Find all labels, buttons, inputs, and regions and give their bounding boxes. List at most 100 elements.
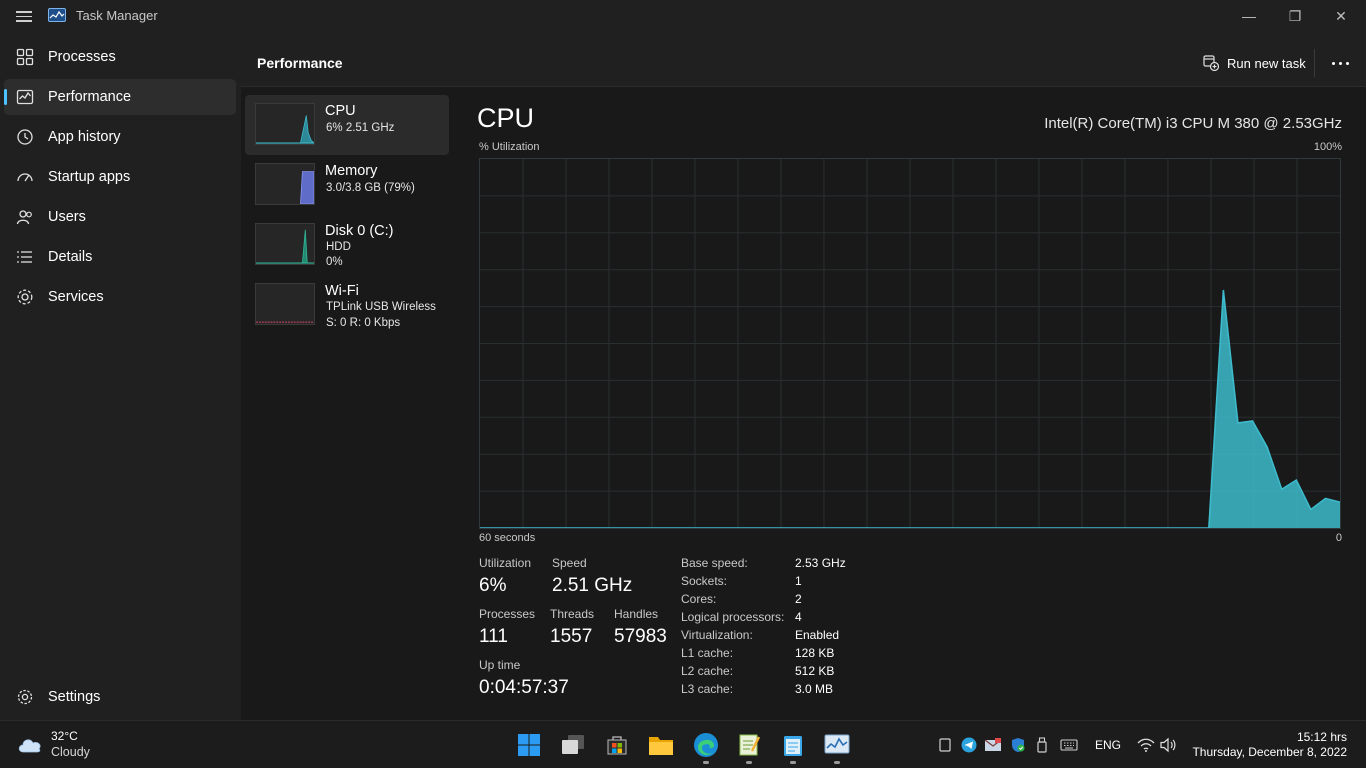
task-manager-icon[interactable] [821, 729, 853, 764]
store-icon[interactable] [601, 729, 633, 761]
file-explorer-icon[interactable] [645, 729, 677, 761]
device-name: Memory [325, 163, 378, 179]
cpu-utilization-graph [479, 158, 1341, 529]
graph-grid [480, 159, 1340, 528]
title-bar: Task Manager — ❐ ✕ [0, 0, 1366, 32]
restore-button[interactable]: ❐ [1272, 0, 1318, 32]
utilization-label: Utilization [479, 556, 532, 570]
device-name: Disk 0 (C:) [325, 223, 394, 239]
minimize-button[interactable]: — [1226, 0, 1272, 32]
wifi-thumbnail-graph [255, 283, 315, 325]
device-detail: 0% [326, 256, 343, 268]
handles-value: 57983 [614, 626, 667, 647]
details-icon [17, 251, 32, 263]
handles-label: Handles [614, 607, 659, 621]
device-detail: 3.0/3.8 GB (79%) [326, 182, 415, 194]
sidebar-item-users[interactable]: Users [4, 199, 236, 235]
security-icon[interactable] [1008, 735, 1028, 755]
main-panel: Performance Run new task CPU 6% 2.51 GHz… [241, 39, 1366, 720]
weather-temperature[interactable]: 32°C [51, 729, 78, 743]
spec-label: L3 cache: [681, 682, 734, 696]
running-indicator [790, 761, 796, 764]
taskbar: 32°C Cloudy ENG 15:12 hrs Thursday, Dece… [0, 720, 1366, 768]
keyboard-icon[interactable] [1059, 735, 1079, 755]
wifi-icon[interactable] [1136, 735, 1156, 755]
sidebar-item-settings[interactable]: Settings [4, 679, 236, 715]
telegram-icon[interactable] [959, 735, 979, 755]
graph-y-max-label: 100% [1313, 141, 1342, 153]
graph-x-label: 60 seconds [479, 532, 536, 544]
running-indicator [703, 761, 709, 764]
notepad-icon[interactable] [777, 729, 809, 764]
header-divider [1314, 49, 1315, 77]
device-detail: 6% 2.51 GHz [326, 122, 395, 134]
spec-value: 2.53 GHz [795, 556, 846, 570]
spec-value: Enabled [795, 628, 840, 642]
device-item-memory[interactable]: Memory 3.0/3.8 GB (79%) [245, 155, 449, 215]
close-button[interactable]: ✕ [1318, 0, 1364, 32]
sidebar-item-label: Processes [48, 49, 116, 65]
cpu-title: CPU [477, 103, 535, 133]
spec-value: 128 KB [795, 646, 835, 660]
running-indicator [746, 761, 752, 764]
spec-label: Logical processors: [681, 610, 785, 624]
notepad-plus-icon[interactable] [733, 729, 765, 764]
page-title: Performance [257, 55, 343, 71]
hamburger-menu-icon[interactable] [14, 8, 34, 24]
spec-value: 512 KB [795, 664, 835, 678]
sidebar-item-performance[interactable]: Performance [4, 79, 236, 115]
device-name: CPU [325, 103, 356, 119]
speed-value: 2.51 GHz [552, 575, 633, 596]
spec-value: 2 [795, 592, 802, 606]
start-icon[interactable] [513, 729, 545, 761]
more-options-icon[interactable] [1319, 51, 1361, 75]
sidebar-item-startup-apps[interactable]: Startup apps [4, 159, 236, 195]
settings-label: Settings [48, 689, 101, 705]
uptime-label: Up time [479, 658, 521, 672]
services-icon [17, 289, 33, 305]
cpu-model: Intel(R) Core(TM) i3 CPU M 380 @ 2.53GHz [1044, 115, 1342, 132]
clock-date[interactable]: Thursday, December 8, 2022 [1192, 745, 1347, 759]
disk-thumbnail-graph [255, 223, 315, 265]
clock-time[interactable]: 15:12 hrs [1297, 730, 1347, 744]
sidebar-item-processes[interactable]: Processes [4, 39, 236, 75]
spec-label: L2 cache: [681, 664, 734, 678]
volume-icon[interactable] [1158, 735, 1178, 755]
device-item-wifi[interactable]: Wi-Fi TPLink USB Wireless S: 0 R: 0 Kbps [245, 275, 449, 335]
spec-label: Sockets: [681, 574, 728, 588]
edge-icon[interactable] [690, 729, 722, 764]
speed-label: Speed [552, 556, 587, 570]
processes-value: 111 [479, 626, 508, 647]
spec-label: Virtualization: [681, 628, 753, 642]
spec-value: 1 [795, 574, 802, 588]
uptime-value: 0:04:57:37 [479, 677, 569, 698]
weather-condition[interactable]: Cloudy [51, 745, 90, 759]
sidebar-item-label: Performance [48, 89, 132, 105]
mail-icon[interactable] [983, 735, 1003, 755]
sidebar-item-services[interactable]: Services [4, 279, 236, 315]
task-view-icon[interactable] [557, 729, 589, 761]
device-item-disk[interactable]: Disk 0 (C:) HDD 0% [245, 215, 449, 275]
device-detail: S: 0 R: 0 Kbps [326, 317, 401, 329]
run-new-task-button[interactable]: Run new task [1203, 51, 1306, 75]
sidebar-item-details[interactable]: Details [4, 239, 236, 275]
cloud-icon[interactable] [16, 733, 44, 755]
device-item-cpu[interactable]: CPU 6% 2.51 GHz [245, 95, 449, 155]
sidebar-item-app-history[interactable]: App history [4, 119, 236, 155]
startup-apps-icon [17, 173, 33, 182]
sidebar-item-label: App history [48, 129, 121, 145]
run-new-task-label: Run new task [1227, 55, 1306, 71]
app-history-icon [17, 129, 33, 145]
device-name: Wi-Fi [325, 283, 359, 299]
sidebar-item-label: Startup apps [48, 169, 131, 185]
settings-icon [17, 689, 33, 705]
run-new-task-icon [1203, 55, 1219, 71]
spec-label: Cores: [681, 592, 717, 606]
tablet-mode-icon[interactable] [935, 735, 955, 755]
language-indicator[interactable]: ENG [1095, 738, 1121, 752]
sidebar-item-label: Services [48, 289, 104, 305]
usb-icon[interactable] [1032, 735, 1052, 755]
device-detail: TPLink USB Wireless [326, 301, 436, 313]
sidebar: Processes Performance App history Startu… [0, 32, 241, 720]
page-header: Performance Run new task [241, 39, 1366, 87]
